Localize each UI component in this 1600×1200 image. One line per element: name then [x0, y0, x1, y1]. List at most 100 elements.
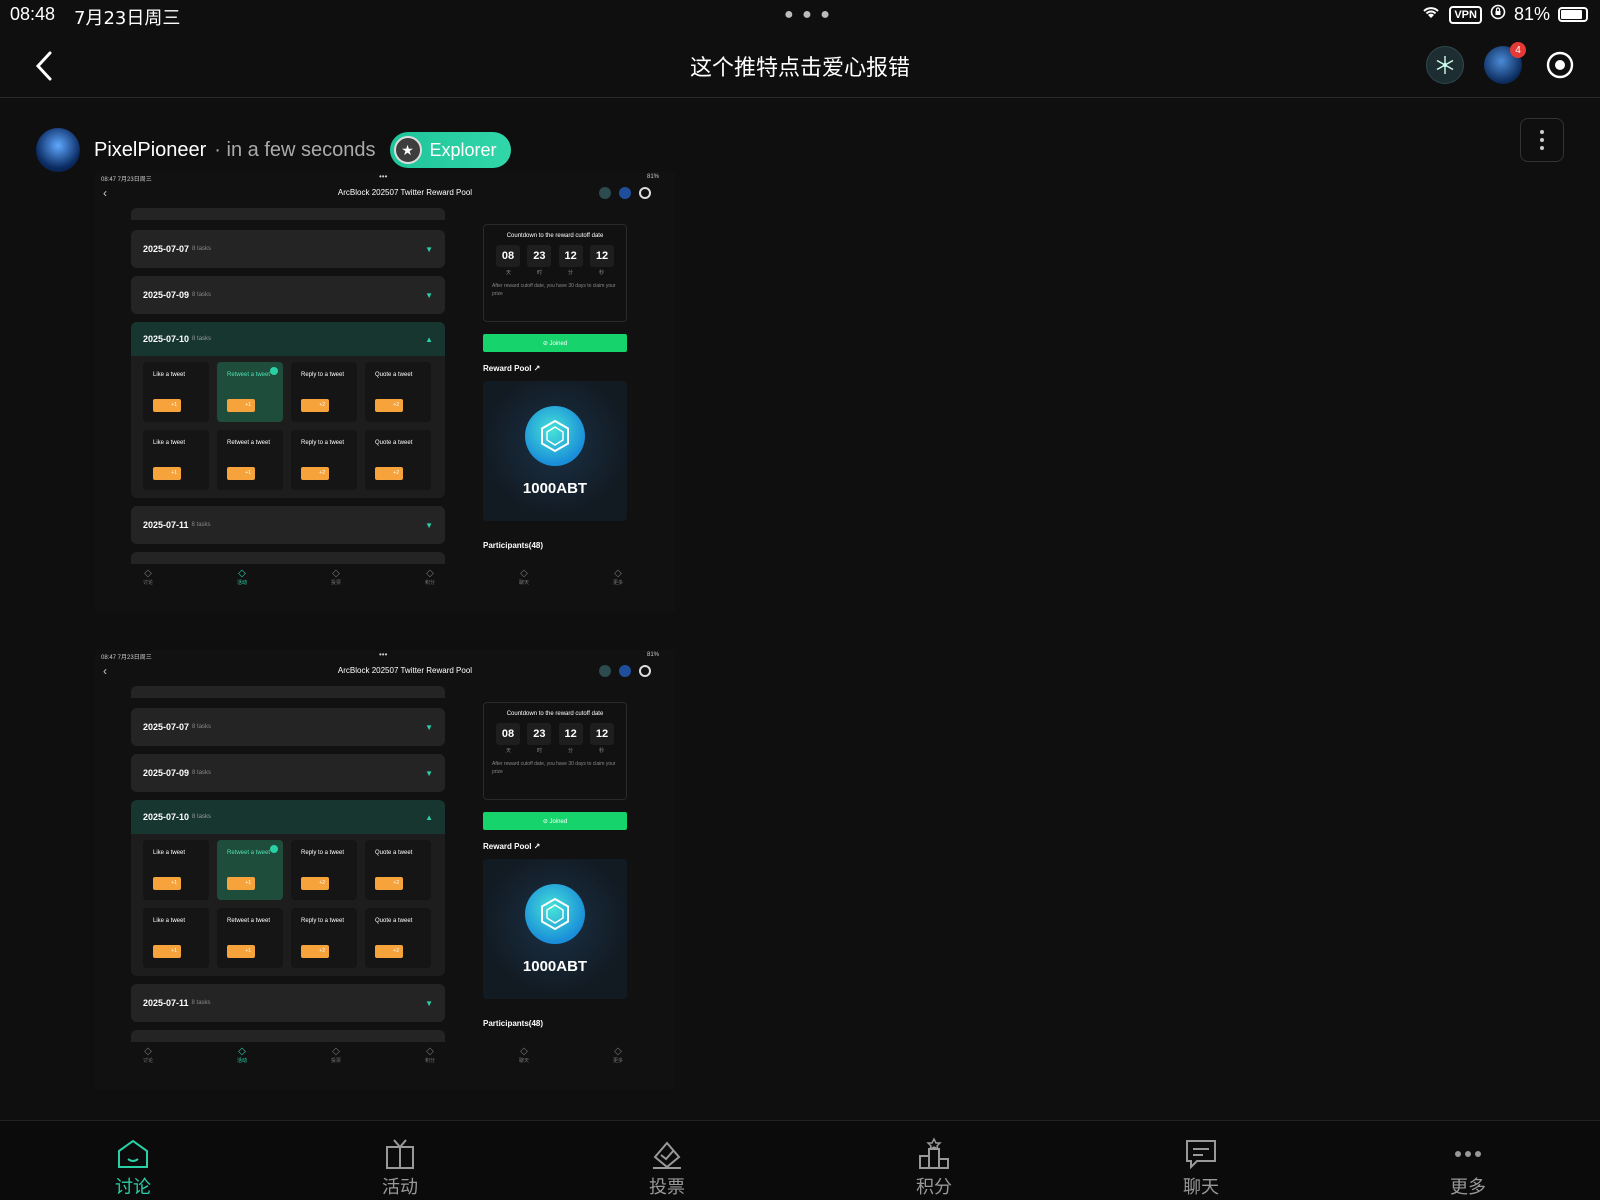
countdown-unit: 秒	[598, 748, 604, 754]
task-count: 8 tasks	[192, 814, 212, 820]
task-card[interactable]: Reply to a tweet +2	[291, 362, 357, 422]
tab-more[interactable]: 更多	[1428, 1137, 1508, 1199]
chevron-down-icon: ▼	[425, 520, 433, 530]
task-grid: Like a tweet +1 Retweet a tweet +1 Reply to …	[131, 834, 445, 976]
task-label: Like a tweet	[153, 440, 186, 446]
task-card[interactable]: Reply to a tweet +2	[291, 430, 357, 490]
user-avatar-button[interactable]: 4	[1484, 42, 1526, 84]
task-card[interactable]: Retweet a tweet +1	[217, 840, 283, 900]
task-label: Reply to a tweet	[301, 440, 345, 446]
screenshot-title: ArcBlock 202507 Twitter Reward Pool	[337, 188, 473, 197]
task-card[interactable]: Quote a tweet +2	[365, 908, 431, 968]
abt-coin-icon	[525, 405, 585, 466]
date-row[interactable]: 2025-07-07 8 tasks ▼	[131, 230, 445, 268]
screenshot-time: 08:47 7月23日周三	[101, 177, 152, 183]
points-badge: +2	[375, 945, 403, 958]
joined-button[interactable]: ⊘ Joined	[483, 334, 627, 352]
participants-count[interactable]: Participants(48)	[483, 1019, 627, 1028]
date-row[interactable]: 2025-07-09 8 tasks ▼	[131, 276, 445, 314]
date-row[interactable]: 2025-07-11 8 tasks ▼	[131, 506, 445, 544]
date-row-header[interactable]: 2025-07-10 8 tasks ▲	[131, 322, 445, 356]
screenshot-tab-label: 投票	[330, 580, 341, 586]
screenshot-battery: 81%	[646, 174, 659, 180]
tab-chat[interactable]: 聊天	[1161, 1137, 1241, 1199]
post-time: · in a few seconds	[214, 138, 376, 161]
status-date: 7月23日周三	[74, 8, 181, 29]
author-avatar[interactable]	[36, 128, 80, 172]
task-card[interactable]: Quote a tweet +2	[365, 430, 431, 490]
chevron-down-icon: ▼	[425, 244, 433, 254]
date-label: 2025-07-10	[143, 812, 190, 822]
embedded-screenshot: 08:47 7月23日周三 ••• 81% ‹ ArcBlock 202507 Twit…	[95, 650, 675, 1090]
date-row[interactable]: 2025-07-09 8 tasks ▼	[131, 754, 445, 792]
battery-icon	[1558, 7, 1588, 22]
page-title: 这个推特点击爱心报错	[689, 56, 910, 81]
author-name[interactable]: PixelPioneer	[94, 139, 206, 162]
reward-pool-card: 1000ABT	[483, 381, 627, 521]
countdown-title: Countdown to the reward cutoff date	[506, 711, 604, 717]
tab-vote[interactable]: 投票	[627, 1137, 707, 1199]
reward-pool-label[interactable]: Reward Pool ↗	[483, 364, 627, 373]
tab-label: 讨论	[115, 1177, 151, 1198]
record-button[interactable]	[1541, 46, 1579, 84]
date-row[interactable]: 2025-07-07 8 tasks ▼	[131, 708, 445, 746]
screenshot-dots: •••	[379, 172, 388, 181]
countdown-value: 12	[558, 723, 583, 745]
date-label: 2025-07-07	[143, 244, 190, 254]
screenshot-tab: ◇ 讨论	[133, 568, 163, 586]
task-card[interactable]: Reply to a tweet +2	[291, 840, 357, 900]
screenshot-title: ArcBlock 202507 Twitter Reward Pool	[337, 666, 473, 675]
screenshot-tab-icon: ◇	[614, 568, 622, 579]
task-card[interactable]: Like a tweet +1	[143, 430, 209, 490]
countdown-value: 12	[589, 245, 614, 267]
screenshot-tab-label: 讨论	[142, 1058, 153, 1064]
task-card[interactable]: Like a tweet +1	[143, 908, 209, 968]
points-badge: +2	[301, 467, 329, 480]
date-label: 2025-07-07	[143, 722, 190, 732]
task-card[interactable]: Like a tweet +1	[143, 362, 209, 422]
joined-button[interactable]: ⊘ Joined	[483, 812, 627, 830]
multitask-dots-icon[interactable]: ● ● ●	[784, 6, 832, 24]
points-badge: +2	[301, 945, 329, 958]
screenshot-tab-label: 更多	[612, 1058, 623, 1064]
participants-count[interactable]: Participants(48)	[483, 541, 627, 550]
chevron-down-icon: ▼	[425, 768, 433, 778]
tasks-panel: 2025-07-07 8 tasks ▼ 2025-07-09 8 tasks ▼ 2025…	[131, 208, 445, 564]
screenshot-tab-bar: ◇ 讨论 ◇ 活动 ◇ 投票 ◇ 积分 ◇ 聊天 ◇ 更多	[95, 1046, 675, 1070]
reward-pool-label[interactable]: Reward Pool ↗	[483, 842, 627, 851]
task-label: Quote a tweet	[375, 918, 413, 924]
points-badge: +2	[375, 877, 403, 890]
task-card[interactable]: Retweet a tweet +1	[217, 362, 283, 422]
reward-panel: Countdown to the reward cutoff date 08 23 1…	[483, 702, 627, 1028]
task-card[interactable]: Like a tweet +1	[143, 840, 209, 900]
task-label: Retweet a tweet	[227, 372, 271, 378]
task-label: Reply to a tweet	[301, 918, 345, 924]
task-card[interactable]: Quote a tweet +2	[365, 362, 431, 422]
chevron-down-icon: ▼	[425, 722, 433, 732]
snowflake-app-button[interactable]	[1426, 46, 1464, 84]
points-badge: +2	[375, 399, 403, 412]
countdown-value: 12	[589, 723, 614, 745]
date-row-partial	[131, 686, 445, 698]
task-card[interactable]: Retweet a tweet +1	[217, 430, 283, 490]
tab-label: 更多	[1450, 1177, 1486, 1198]
tab-label: 投票	[649, 1177, 685, 1198]
tab-leaderboard[interactable]: 积分	[894, 1137, 974, 1199]
tab-home[interactable]: 讨论	[93, 1137, 173, 1199]
date-row-header[interactable]: 2025-07-10 8 tasks ▲	[131, 800, 445, 834]
date-row[interactable]: 2025-07-11 8 tasks ▼	[131, 984, 445, 1022]
tab-gift[interactable]: 活动	[360, 1137, 440, 1199]
task-count: 8 tasks	[192, 724, 212, 730]
task-card[interactable]: Quote a tweet +2	[365, 840, 431, 900]
post-more-button[interactable]	[1520, 118, 1564, 162]
screenshot-tab-icon: ◇	[144, 1046, 152, 1057]
points-badge: +2	[301, 877, 329, 890]
tasks-panel: 2025-07-07 8 tasks ▼ 2025-07-09 8 tasks ▼ 2025…	[131, 686, 445, 1042]
screenshot-tab-icon: ◇	[426, 1046, 434, 1057]
post-header: PixelPioneer · in a few seconds ★ Explor…	[36, 128, 511, 172]
task-card[interactable]: Retweet a tweet +1	[217, 908, 283, 968]
task-count: 8 tasks	[192, 336, 212, 342]
date-label: 2025-07-09	[143, 768, 190, 778]
task-card[interactable]: Reply to a tweet +2	[291, 908, 357, 968]
explorer-badge: ★ Explorer	[389, 132, 511, 168]
